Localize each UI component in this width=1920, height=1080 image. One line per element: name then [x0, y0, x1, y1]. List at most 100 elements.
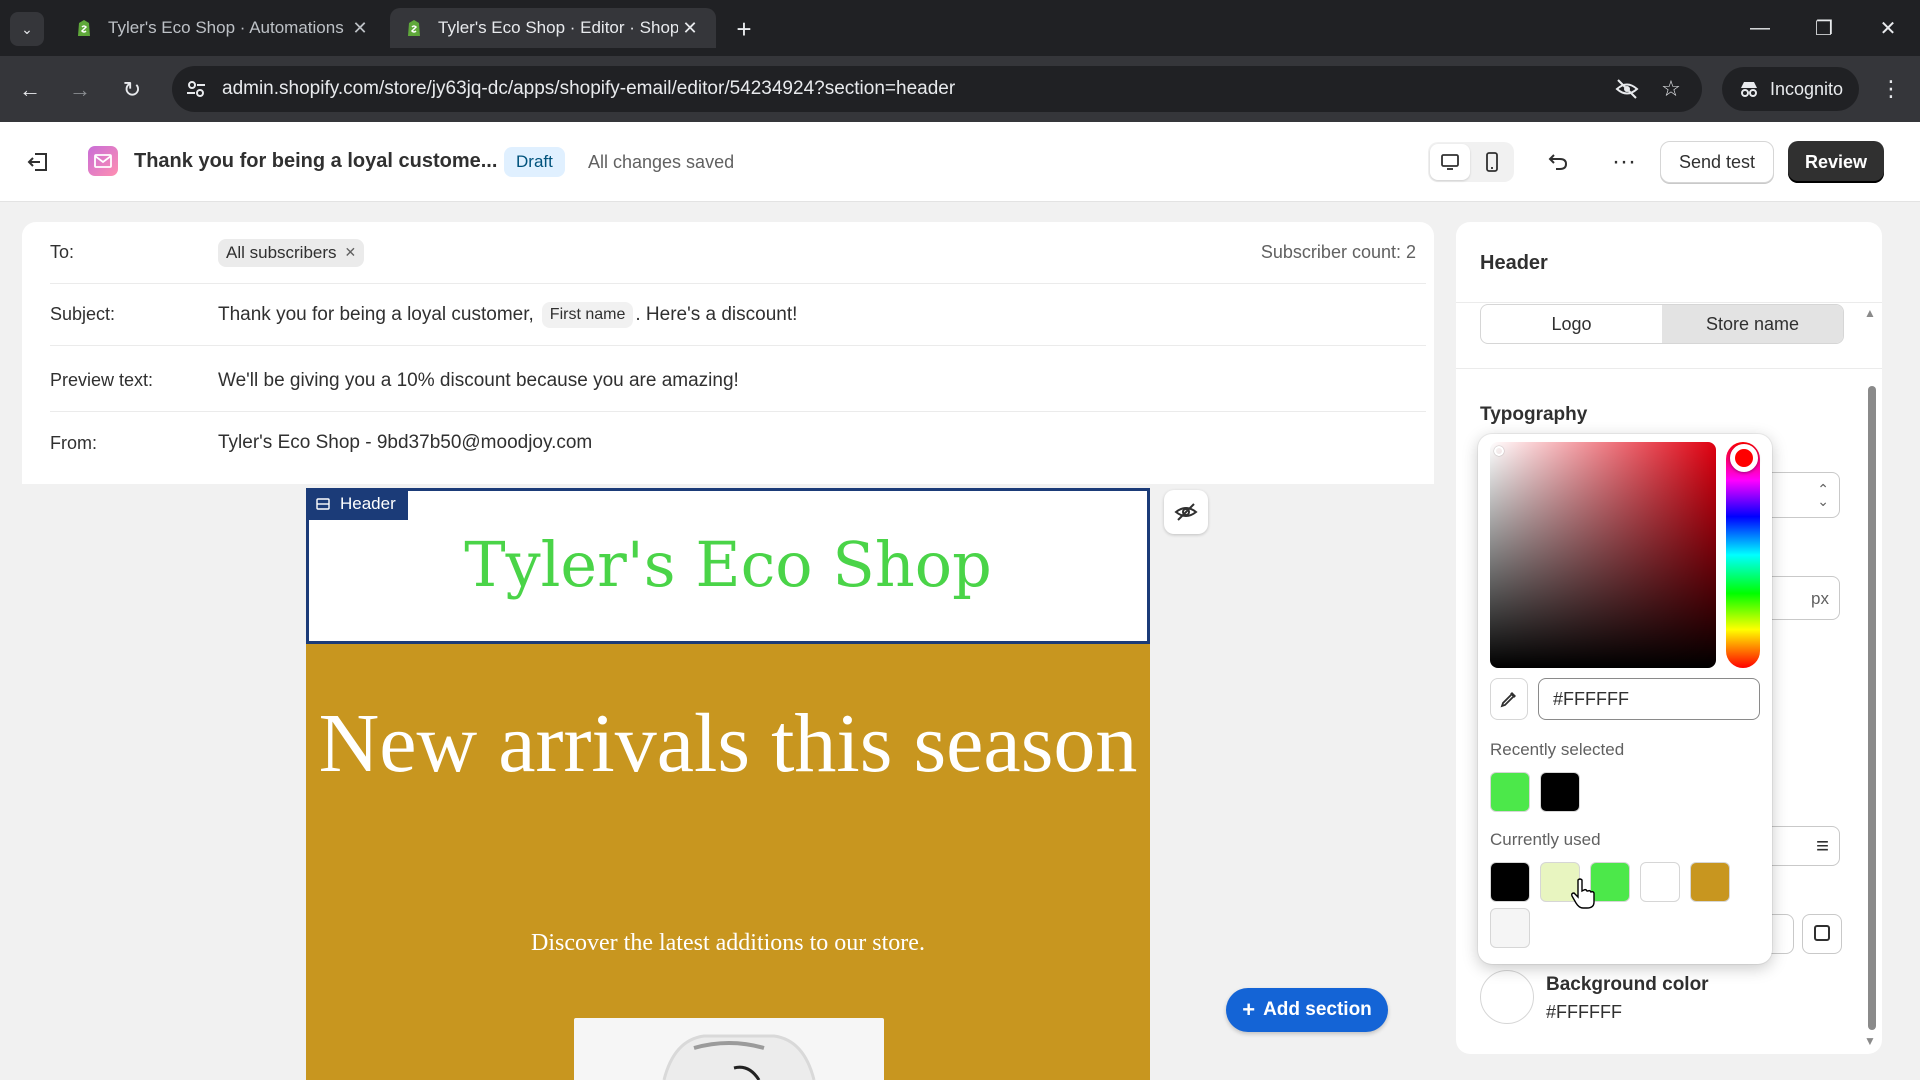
divider [1456, 368, 1882, 369]
from-label: From: [50, 432, 97, 453]
incognito-icon [1741, 82, 1757, 97]
editor-top-bar: Thank you for being a loyal custome... D… [0, 122, 1920, 202]
hand-pointer-cursor-icon [1571, 878, 1595, 909]
add-section-button[interactable]: + Add section [1226, 988, 1388, 1032]
font-size-unit: px [1811, 589, 1829, 608]
used-swatch[interactable] [1490, 862, 1530, 902]
remove-recipient-icon[interactable]: ✕ [345, 244, 357, 261]
preview-text-value: We'll be giving you a 10% discount becau… [218, 369, 739, 391]
square-outline-icon [1814, 925, 1830, 941]
recent-swatch[interactable] [1540, 772, 1580, 812]
from-row[interactable]: From: Tyler's Eco Shop - 9bd37b50@moodjo… [50, 412, 1426, 474]
close-tab-icon[interactable]: ✕ [348, 18, 372, 39]
used-swatch[interactable] [1590, 862, 1630, 902]
browser-tab-editor[interactable]: Tyler's Eco Shop · Editor · Shopify ✕ [390, 8, 716, 48]
tab-title: Tyler's Eco Shop · Automations [108, 18, 344, 37]
page-title: Thank you for being a loyal custome... [134, 150, 498, 172]
typography-label: Typography [1480, 404, 1588, 425]
recently-selected-label: Recently selected [1490, 740, 1625, 759]
from-value: Tyler's Eco Shop - 9bd37b50@moodjoy.com [218, 432, 593, 453]
incognito-indicator[interactable]: Incognito [1722, 67, 1860, 111]
subject-label: Subject: [50, 304, 116, 324]
scroll-down-arrow-icon[interactable]: ▼ [1864, 1034, 1876, 1048]
forward-arrow-icon[interactable]: → [62, 72, 98, 108]
minimize-icon[interactable]: — [1740, 12, 1780, 44]
panel-title: Header [1480, 252, 1548, 274]
close-tab-icon[interactable]: ✕ [678, 18, 702, 39]
desktop-icon [1441, 154, 1459, 170]
address-bar[interactable]: admin.shopify.com/store/jy63jq-dc/apps/s… [172, 66, 1702, 112]
recent-swatch[interactable] [1490, 772, 1530, 812]
new-tab-plus-icon[interactable]: + [728, 13, 760, 45]
hero-product-image [574, 1018, 884, 1080]
saturation-value-area[interactable] [1490, 442, 1716, 668]
mobile-view-button[interactable] [1472, 144, 1512, 180]
restore-window-icon[interactable]: ❐ [1804, 12, 1844, 44]
site-settings-icon[interactable] [176, 69, 216, 109]
add-section-label: Add section [1263, 999, 1372, 1020]
subject-text-start: Thank you for being a loyal customer, [218, 303, 534, 325]
plus-icon: + [1242, 997, 1256, 1022]
panel-scrollbar[interactable] [1868, 386, 1876, 1030]
subject-row[interactable]: Subject: Thank you for being a loyal cus… [50, 284, 1426, 346]
used-swatch[interactable] [1640, 862, 1680, 902]
more-actions-icon[interactable]: ··· [1606, 144, 1642, 180]
eyedropper-button[interactable] [1490, 678, 1528, 720]
undo-icon[interactable] [1540, 144, 1576, 180]
send-test-button[interactable]: Send test [1660, 141, 1774, 183]
border-toggle-button[interactable] [1802, 914, 1842, 954]
recipient-chip-label: All subscribers [226, 242, 337, 262]
exit-editor-icon[interactable] [22, 146, 54, 178]
hue-slider-handle[interactable] [1730, 444, 1758, 472]
color-picker-popover: Recently selected Currently used [1478, 434, 1772, 964]
used-swatch[interactable] [1490, 908, 1530, 948]
tab-title: Tyler's Eco Shop · Editor · Shopify [438, 18, 678, 37]
preview-device-toggle [1428, 142, 1514, 182]
to-row: To: All subscribers ✕ Subscriber count: … [50, 222, 1426, 284]
shopify-favicon-icon [408, 20, 420, 36]
shopify-email-app-icon [88, 146, 118, 176]
browser-tab-automations[interactable]: Tyler's Eco Shop · Automations ✕ [60, 8, 386, 48]
header-section-tag-label: Header [340, 494, 396, 513]
bookmark-star-icon[interactable]: ☆ [1656, 74, 1686, 104]
store-name-option[interactable]: Store name [1662, 305, 1843, 343]
save-status: All changes saved [588, 152, 735, 172]
hex-color-input[interactable] [1538, 678, 1760, 720]
background-color-swatch[interactable] [1480, 970, 1534, 1024]
reload-icon[interactable]: ↻ [114, 72, 150, 108]
saturation-handle[interactable] [1494, 446, 1504, 456]
scroll-up-arrow-icon[interactable]: ▲ [1864, 306, 1876, 320]
first-name-token[interactable]: First name [541, 301, 634, 328]
section-grip-icon [316, 498, 330, 510]
status-badge: Draft [504, 147, 565, 177]
back-arrow-icon[interactable]: ← [12, 72, 48, 108]
browser-toolbar: ← → ↻ admin.shopify.com/store/jy63jq-dc/… [0, 56, 1920, 122]
eye-off-icon [1174, 503, 1198, 521]
close-window-icon[interactable]: ✕ [1868, 12, 1908, 44]
currently-used-label: Currently used [1490, 830, 1601, 849]
store-name-text[interactable]: Tyler's Eco Shop [306, 528, 1150, 601]
preview-text-label: Preview text: [50, 370, 154, 390]
background-color-label: Background color [1546, 974, 1709, 995]
browser-menu-icon[interactable]: ⋮ [1876, 73, 1906, 105]
hero-subtitle: Discover the latest additions to our sto… [531, 930, 925, 956]
eye-off-tracking-icon[interactable] [1612, 74, 1642, 104]
recipient-chip[interactable]: All subscribers ✕ [218, 238, 365, 267]
desktop-view-button[interactable] [1430, 144, 1470, 180]
logo-option[interactable]: Logo [1481, 305, 1662, 343]
eyedropper-icon [1500, 692, 1516, 708]
used-swatch[interactable] [1690, 862, 1730, 902]
subscriber-count: Subscriber count: 2 [1260, 242, 1416, 262]
hero-title: New arrivals this season [318, 697, 1138, 790]
hue-slider[interactable] [1726, 442, 1760, 668]
tab-search-dropdown[interactable]: ⌄ [10, 12, 44, 46]
url-text: admin.shopify.com/store/jy63jq-dc/apps/s… [222, 78, 956, 99]
divider [1456, 302, 1882, 303]
review-button[interactable]: Review [1788, 141, 1884, 183]
hero-section[interactable]: New arrivals this season Discover the la… [306, 644, 1150, 1080]
select-chevron-icon: ⌃ ⌄ [1817, 481, 1829, 509]
hide-section-button[interactable] [1164, 490, 1208, 534]
preview-text-row[interactable]: Preview text: We'll be giving you a 10% … [50, 350, 1426, 412]
shopify-favicon-icon [78, 20, 90, 36]
mobile-icon [1486, 152, 1498, 172]
